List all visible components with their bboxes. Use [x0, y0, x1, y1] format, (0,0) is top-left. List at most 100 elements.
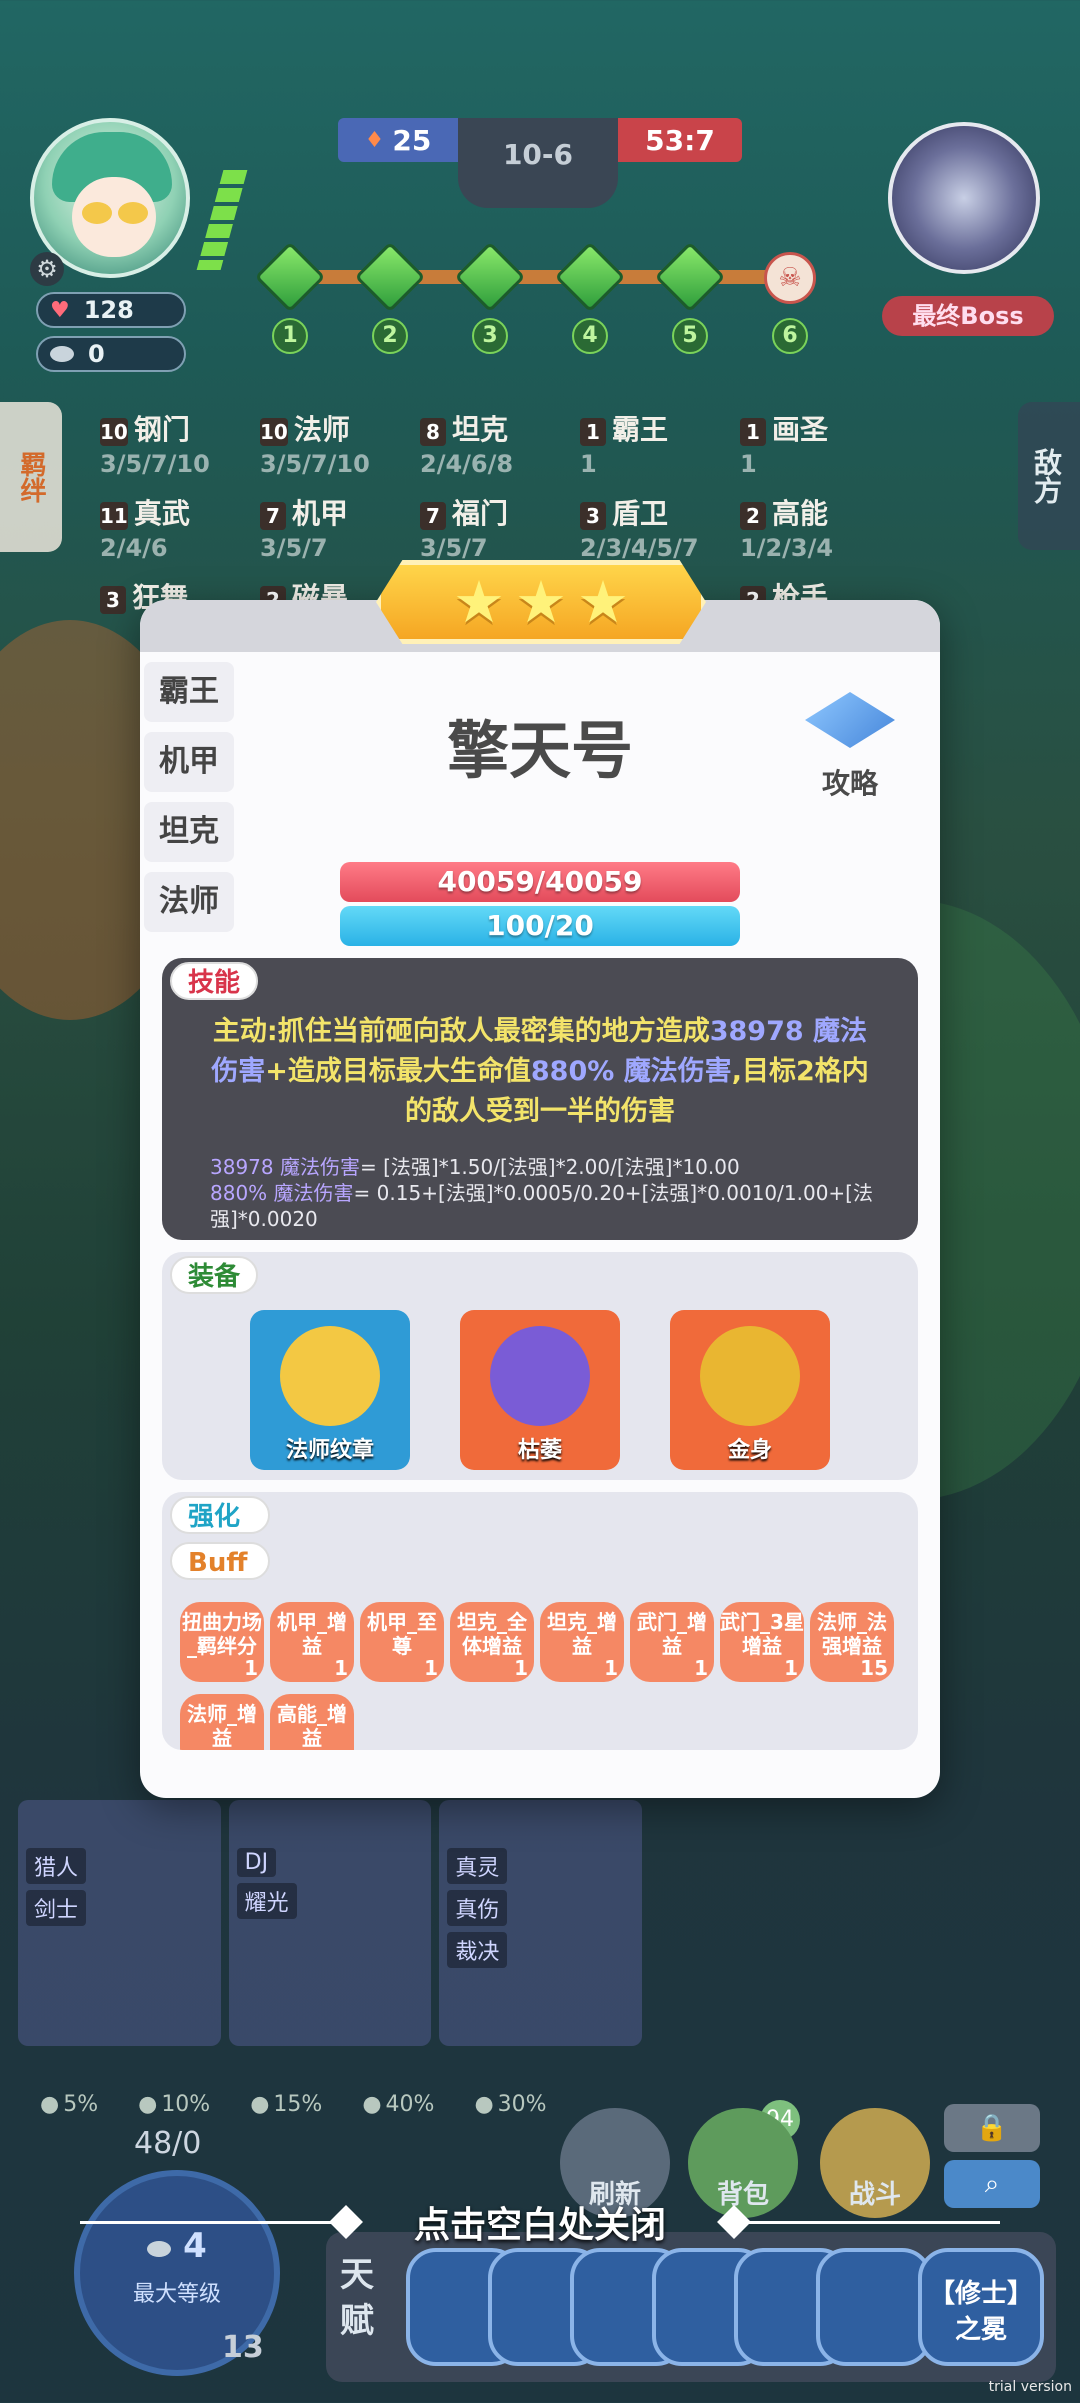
- talent-bar: 天赋 【修士】之冕: [326, 2232, 1056, 2382]
- buff-chip[interactable]: 法师_法强增益 15: [810, 1602, 894, 1682]
- shop-card[interactable]: 猎人 剑士: [18, 1800, 221, 2046]
- buff-chip[interactable]: 扭曲力场_羁绊分 1: [180, 1602, 264, 1682]
- synergy-count: 3: [100, 586, 126, 614]
- synergy-count: 3: [580, 502, 606, 530]
- enemy-tab[interactable]: 敌方: [1018, 402, 1080, 550]
- synergy-item[interactable]: 2 高能 1/2/3/4: [740, 492, 900, 562]
- coin-value: 0: [88, 340, 105, 368]
- synergy-count: 2: [740, 502, 766, 530]
- talent-item-crown[interactable]: 【修士】之冕: [918, 2248, 1044, 2366]
- synergy-tiers: 3/5/7: [420, 534, 488, 562]
- score-bar: ♦ 25 10-6 53:7: [338, 118, 742, 208]
- buff-name: 法师_法强增益: [817, 1610, 887, 1658]
- talent-label: 天赋: [340, 2255, 374, 2341]
- hero-detail-modal: ★ ★ ★ 霸王 机甲 坦克 法师 擎天号 攻略 40059/40059 100/20 技…: [140, 560, 940, 1798]
- skill-description: 主动:抓住当前砸向敌人最密集的地方造成38978 魔法伤害+造成目标最大生命值8…: [202, 1012, 878, 1132]
- equipment-item[interactable]: 法师纹章: [250, 1310, 410, 1470]
- buff-name: 坦克_全体增益: [457, 1610, 527, 1658]
- buff-chip[interactable]: 法师_增益: [180, 1694, 264, 1750]
- shop-card[interactable]: 真灵 真伤 裁决: [439, 1800, 643, 2046]
- synergy-tiers: 2/3/4/5/7: [580, 534, 699, 562]
- hp-value: 128: [83, 296, 134, 324]
- synergy-item[interactable]: 7 机甲 3/5/7: [260, 492, 420, 562]
- equipment-item[interactable]: 枯萎: [460, 1310, 620, 1470]
- synergy-item[interactable]: 8 坦克 2/4/6/8: [420, 408, 580, 478]
- card-trait: DJ: [236, 1848, 277, 1877]
- synergy-item[interactable]: 1 霸王 1: [580, 408, 740, 478]
- gear-icon[interactable]: ⚙: [30, 252, 64, 286]
- synergy-item[interactable]: 1 画圣 1: [740, 408, 900, 478]
- synergy-item[interactable]: 11 真武 2/4/6: [100, 492, 260, 562]
- round-number: 5: [672, 318, 708, 354]
- buff-name: 机甲_至尊: [367, 1610, 437, 1658]
- buff-chip[interactable]: 机甲_增益 1: [270, 1602, 354, 1682]
- lock-icon[interactable]: 🔒: [944, 2104, 1040, 2152]
- boss-avatar[interactable]: [888, 122, 1040, 274]
- synergy-item[interactable]: 10 法师 3/5/7/10: [260, 408, 420, 478]
- synergy-item[interactable]: 10 钢门 3/5/7/10: [100, 408, 260, 478]
- round-number: 2: [372, 318, 408, 354]
- buff-chip[interactable]: 高能_增益: [270, 1694, 354, 1750]
- equipment-item[interactable]: 金身: [670, 1310, 830, 1470]
- synergy-count: 10: [260, 418, 288, 446]
- synergy-item[interactable]: 7 福门 3/5/7: [420, 492, 580, 562]
- player-level: 13: [222, 2330, 264, 2365]
- synergy-tiers: 3/5/7/10: [260, 450, 370, 478]
- equipment-name: 枯萎: [517, 1438, 562, 1463]
- card-trait: 剑士: [26, 1890, 87, 1926]
- mana-bar: 100/20: [340, 906, 740, 946]
- synergy-name: 法师: [293, 413, 350, 446]
- buff-count: 1: [244, 1656, 258, 1680]
- buff-section: 强化 Buff 扭曲力场_羁绊分 1 机甲_增益 1 机甲_至尊 1 坦克_全体增益 1 坦克_…: [162, 1492, 918, 1750]
- skill-damage-percent: 880% 魔法伤害: [530, 1056, 732, 1087]
- buff-chip[interactable]: 武门_3星增益 1: [720, 1602, 804, 1682]
- card-trait: 猎人: [26, 1848, 87, 1884]
- synergy-count: 11: [100, 502, 128, 530]
- buff-name: 武门_3星增益: [720, 1610, 804, 1658]
- buff-name: 坦克_增益: [547, 1610, 617, 1658]
- coin-icon: [50, 346, 74, 362]
- buff-name: 机甲_增益: [277, 1610, 347, 1658]
- synergy-name: 高能: [772, 497, 829, 530]
- equipment-icon: [700, 1326, 800, 1426]
- exp-text: 48/0: [134, 2126, 202, 2161]
- synergy-count: 7: [260, 502, 286, 530]
- team-score: ♦ 25: [338, 118, 458, 162]
- card-trait: 真灵: [447, 1848, 508, 1884]
- synergy-tiers: 3/5/7/10: [100, 450, 210, 478]
- timer: 53:7: [618, 118, 742, 162]
- buff-name: 扭曲力场_羁绊分: [182, 1610, 262, 1658]
- buff-list: 扭曲力场_羁绊分 1 机甲_增益 1 机甲_至尊 1 坦克_全体增益 1 坦克_增益 1 武门_增益…: [180, 1602, 918, 1750]
- synergy-tab[interactable]: 羁绊: [0, 402, 62, 552]
- buff-chip[interactable]: 坦克_全体增益 1: [450, 1602, 534, 1682]
- star-icon: ★: [577, 568, 629, 636]
- synergy-count: 10: [100, 418, 128, 446]
- equipment-section: 装备 法师纹章 枯萎 金身: [162, 1252, 918, 1480]
- equipment-name: 法师纹章: [285, 1438, 374, 1463]
- round-number: 6: [772, 318, 808, 354]
- star-icon: ★: [453, 568, 505, 636]
- level-label: 最大等级: [132, 2282, 221, 2307]
- tier-odd: 10%: [138, 2092, 210, 2117]
- skill-desc-text: +造成目标最大生命值: [265, 1056, 531, 1087]
- tier-odds: 5% 10% 15% 40% 30%: [40, 2092, 546, 2117]
- synergy-count: 1: [580, 418, 606, 446]
- synergy-count: 7: [420, 502, 446, 530]
- shop-card[interactable]: DJ 耀光: [228, 1800, 432, 2046]
- synergy-name: 钢门: [133, 413, 190, 446]
- buff-chip[interactable]: 机甲_至尊 1: [360, 1602, 444, 1682]
- hero-category: 坦克: [144, 802, 234, 862]
- guide-button[interactable]: 攻略: [800, 692, 900, 802]
- synergy-item[interactable]: 3 盾卫 2/3/4/5/7: [580, 492, 740, 562]
- talent-item[interactable]: [816, 2248, 932, 2366]
- synergy-count: 1: [740, 418, 766, 446]
- buff-tag: Buff: [170, 1542, 270, 1580]
- synergy-tiers: 1: [580, 450, 597, 478]
- buff-chip[interactable]: 武门_增益 1: [630, 1602, 714, 1682]
- star-icon: ★: [515, 568, 567, 636]
- round-number: 3: [472, 318, 508, 354]
- star-banner: ★ ★ ★: [376, 560, 706, 644]
- synergy-tiers: 1: [740, 450, 757, 478]
- buff-chip[interactable]: 坦克_增益 1: [540, 1602, 624, 1682]
- formula-text: = [法强]*1.50/[法强]*2.00/[法强]*10.00: [359, 1155, 740, 1179]
